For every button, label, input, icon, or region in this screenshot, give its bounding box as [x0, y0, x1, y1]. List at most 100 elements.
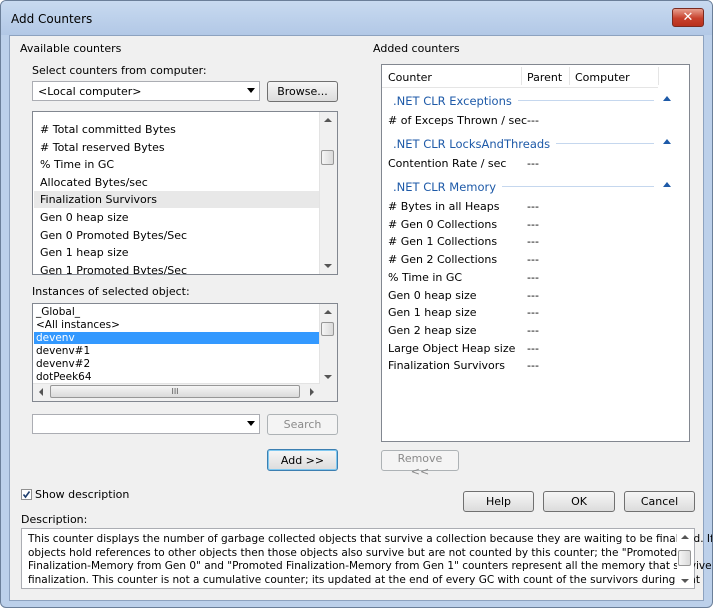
scroll-thumb[interactable]	[678, 550, 691, 566]
hscroll-grip: III	[171, 387, 179, 396]
added-counter-row[interactable]: % Time in GC ---	[382, 270, 658, 286]
instances-label: Instances of selected object:	[32, 285, 190, 298]
counter-list-item-label: # Total committed Bytes	[40, 123, 176, 136]
description-box[interactable]: This counter displays the number of garb…	[21, 528, 712, 589]
added-counter-row[interactable]: # of Exceps Thrown / sec ---	[382, 113, 658, 129]
instance-list-item[interactable]: <All instances>	[34, 319, 320, 331]
column-header-parent[interactable]: Parent	[527, 71, 562, 84]
computer-dropdown[interactable]: <Local computer>	[32, 81, 260, 101]
browse-button[interactable]: Browse...	[267, 81, 338, 102]
column-divider	[569, 67, 570, 85]
column-header-counter[interactable]: Counter	[388, 71, 432, 84]
group-divider-line	[502, 186, 654, 187]
added-counter-parent: ---	[527, 341, 539, 355]
counter-list-item[interactable]: Finalization Survivors	[34, 191, 320, 209]
instance-list-item[interactable]: dotPeek64	[34, 371, 320, 383]
hscroll-thumb[interactable]: III	[50, 385, 300, 398]
scroll-thumb[interactable]	[321, 150, 334, 165]
counter-group-header[interactable]: .NET CLR LocksAndThreads	[382, 135, 682, 151]
counter-list-item-label: Allocated Bytes/sec	[40, 175, 148, 189]
added-counter-name: # Gen 0 Collections	[388, 217, 498, 231]
instances-hscrollbar[interactable]: III	[33, 383, 320, 401]
counter-group-header[interactable]: .NET CLR Memory	[382, 178, 682, 194]
scroll-left-icon[interactable]	[39, 388, 43, 396]
description-scrollbar[interactable]	[677, 529, 694, 588]
group-divider-line	[556, 143, 654, 144]
instance-list-item[interactable]: devenv	[34, 332, 320, 344]
help-button[interactable]: Help	[463, 491, 534, 512]
show-description-checkbox[interactable]	[21, 489, 32, 500]
scroll-up-icon[interactable]	[324, 118, 332, 122]
instances-vscrollbar[interactable]	[319, 304, 337, 384]
remove-button[interactable]: Remove <<	[381, 450, 459, 478]
scroll-right-icon[interactable]	[310, 388, 314, 396]
counter-group-name: .NET CLR LocksAndThreads	[393, 137, 551, 151]
counters-scrollbar[interactable]	[319, 112, 337, 274]
scroll-corner	[320, 384, 337, 401]
close-button[interactable]: ✕	[672, 8, 704, 27]
counter-list-item[interactable]: % Time in GC	[34, 156, 320, 173]
chevron-down-icon	[247, 421, 255, 426]
select-computer-label-text: Select counters from computer:	[32, 64, 207, 77]
chevron-up-icon[interactable]	[663, 139, 671, 144]
add-button-label: Add >>	[280, 453, 325, 467]
added-counter-name: # of Exceps Thrown / sec	[388, 114, 528, 127]
chevron-down-icon	[247, 88, 255, 93]
ok-button[interactable]: OK	[543, 491, 615, 512]
added-counter-row[interactable]: # Bytes in all Heaps ---	[382, 199, 658, 215]
help-button-label: Help	[485, 495, 512, 508]
scroll-down-icon[interactable]	[324, 264, 332, 268]
counter-list-item[interactable]: # Total reserved Bytes	[34, 139, 320, 156]
added-counter-row[interactable]: Gen 2 heap size ---	[382, 323, 658, 339]
description-line: finalization. This counter is not a cumu…	[28, 573, 700, 586]
added-counter-parent: ---	[527, 270, 539, 284]
chevron-up-icon[interactable]	[663, 96, 671, 101]
counter-list-item[interactable]: Allocated Bytes/sec	[34, 174, 320, 191]
added-counter-parent: ---	[527, 359, 539, 373]
scroll-up-icon[interactable]	[681, 535, 689, 539]
counters-listbox[interactable]: # Total committed Bytes # Total reserved …	[32, 111, 338, 275]
show-description-label[interactable]: Show description	[35, 488, 129, 501]
added-counters-list[interactable]: Counter Parent Computer .NET CLR Excepti…	[381, 64, 690, 442]
scroll-down-icon[interactable]	[681, 579, 689, 583]
instance-list-item-label: dotPeek64	[36, 371, 92, 383]
instances-listbox[interactable]: _Global_ <All instances> devenv devenv#1 dev…	[32, 303, 338, 402]
added-counter-row[interactable]: # Gen 0 Collections ---	[382, 217, 658, 233]
added-counter-row[interactable]: Finalization Survivors ---	[382, 358, 658, 374]
added-counter-row[interactable]: Gen 1 heap size ---	[382, 305, 658, 321]
added-counter-parent: ---	[527, 235, 539, 249]
title-bar[interactable]: Add Counters ✕	[1, 1, 712, 35]
counter-list-item[interactable]: Gen 0 Promoted Bytes/Sec	[34, 227, 320, 244]
scroll-down-icon[interactable]	[324, 375, 332, 379]
column-header-computer[interactable]: Computer	[575, 71, 630, 84]
instance-list-item[interactable]: _Global_	[34, 306, 320, 318]
cancel-button[interactable]: Cancel	[624, 491, 695, 512]
added-counter-parent: ---	[527, 157, 539, 170]
scroll-thumb[interactable]	[321, 322, 334, 336]
counter-list-item[interactable]: # Total committed Bytes	[34, 121, 320, 138]
added-counter-parent: ---	[527, 217, 539, 231]
added-counter-row[interactable]: Large Object Heap size ---	[382, 341, 658, 357]
search-button[interactable]: Search	[267, 414, 338, 435]
instance-list-item[interactable]: devenv#2	[34, 358, 320, 370]
scroll-up-icon[interactable]	[324, 310, 332, 314]
added-counter-row[interactable]: Gen 0 heap size ---	[382, 288, 658, 304]
chevron-up-icon[interactable]	[663, 182, 671, 187]
counter-list-item[interactable]: Gen 1 heap size	[34, 244, 320, 261]
counter-list-item[interactable]: Gen 1 Promoted Bytes/Sec	[34, 262, 320, 274]
search-combo[interactable]	[32, 414, 260, 434]
added-counter-parent: ---	[527, 114, 539, 127]
description-line: This counter displays the number of garb…	[28, 533, 713, 545]
instance-list-item-label: devenv#2	[36, 358, 91, 370]
counter-list-item[interactable]: Gen 0 heap size	[34, 209, 320, 226]
instance-list-item[interactable]: devenv#1	[34, 345, 320, 357]
column-divider	[521, 67, 522, 85]
added-counter-parent: ---	[527, 200, 539, 213]
counter-group-header[interactable]: .NET CLR Exceptions	[382, 92, 682, 108]
column-divider	[658, 67, 659, 85]
add-counters-window: Add Counters ✕ Available counters Select…	[0, 0, 713, 608]
added-counter-row[interactable]: # Gen 1 Collections ---	[382, 234, 658, 250]
added-counter-row[interactable]: Contention Rate / sec ---	[382, 156, 658, 172]
add-button[interactable]: Add >>	[267, 449, 338, 471]
added-counter-row[interactable]: # Gen 2 Collections ---	[382, 252, 658, 268]
